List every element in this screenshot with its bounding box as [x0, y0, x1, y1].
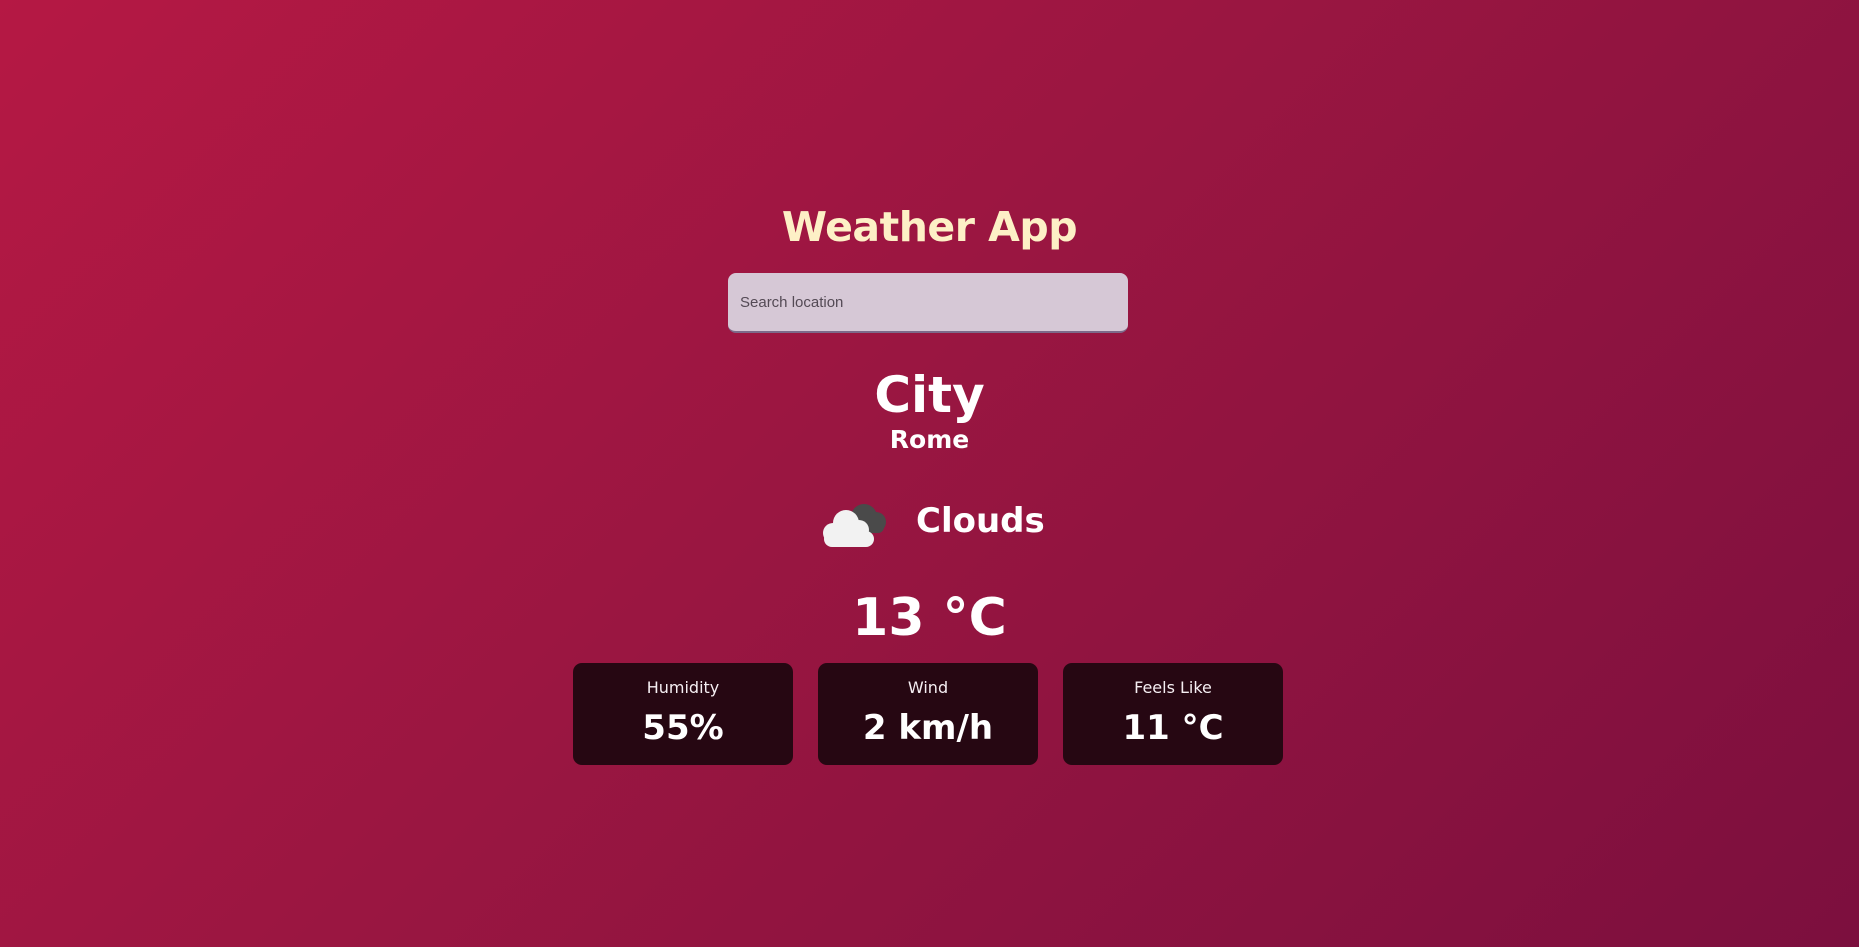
humidity-card: Humidity 55%: [573, 663, 793, 765]
search-location-input[interactable]: [728, 273, 1128, 333]
app-title: Weather App: [781, 203, 1078, 251]
condition-text: Clouds: [916, 501, 1045, 541]
feels-like-label: Feels Like: [1134, 678, 1212, 697]
wind-label: Wind: [907, 678, 949, 697]
feels-like-value: 11 °C: [1122, 708, 1224, 748]
city-label: City: [874, 366, 985, 424]
humidity-value: 55%: [642, 708, 724, 748]
feels-like-card: Feels Like 11 °C: [1063, 663, 1283, 765]
humidity-label: Humidity: [646, 678, 720, 697]
wind-card: Wind 2 km/h: [818, 663, 1038, 765]
clouds-icon: [820, 493, 892, 549]
weather-condition: Clouds: [820, 493, 1060, 549]
weather-app: Weather App City Rome: [0, 0, 1859, 947]
city-name: Rome: [889, 425, 970, 454]
weather-details: Humidity 55% Wind 2 km/h Feels Like 11 °…: [573, 663, 1283, 765]
temperature: 13 °C: [852, 588, 1007, 648]
wind-value: 2 km/h: [862, 708, 994, 748]
